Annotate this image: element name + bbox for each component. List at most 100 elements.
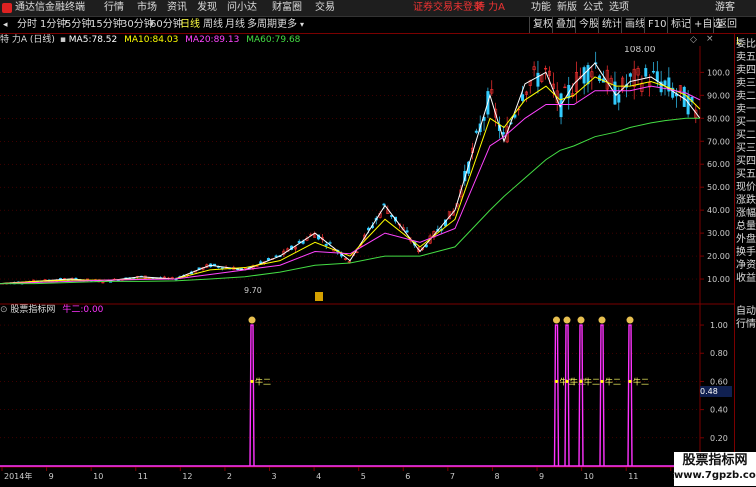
candle-body: [274, 255, 278, 257]
date-tick-label: 10: [584, 472, 594, 481]
signal-spike: [578, 324, 584, 467]
period-weekly[interactable]: 周线: [203, 17, 223, 33]
ma5-value: 78.52: [91, 35, 118, 45]
date-tick-label: 11: [628, 472, 638, 481]
sidebar-auto-button[interactable]: 自动: [736, 305, 756, 318]
sidebar-item-outer-vol: 外盘: [736, 234, 756, 245]
candle-body: [655, 71, 659, 82]
period-daily[interactable]: 日线: [180, 17, 200, 33]
quote-sidebar: L 委比 卖五 卖四 卖三 卖二 卖一 买一 买二 买三 买四 买五 现价 涨跌…: [734, 34, 756, 486]
btn-stats[interactable]: 统计: [598, 17, 622, 33]
period-more[interactable]: 更多: [277, 17, 297, 33]
sidebar-item-change-pct: 涨幅: [736, 208, 756, 219]
sidebar-item-bid3: 买三: [736, 143, 756, 154]
period-intraday[interactable]: 分时: [17, 17, 37, 33]
menu-item-trade[interactable]: 交易: [315, 0, 335, 16]
date-tick-label: 12: [182, 472, 192, 481]
menu-options[interactable]: 选项: [609, 0, 629, 16]
candle-body: [617, 94, 621, 103]
indicator-label: 牛二:: [62, 305, 84, 315]
candle-body: [628, 73, 632, 77]
candle-body: [586, 65, 590, 85]
app-title: 通达信金融终端: [15, 2, 85, 13]
date-tick-label: 6: [405, 472, 410, 481]
btn-f10[interactable]: F10: [644, 17, 666, 33]
candlesticks: [1, 51, 698, 285]
candle-body: [501, 132, 505, 135]
menu-item-ask[interactable]: 问小达: [227, 0, 257, 16]
period-15min[interactable]: 15分钟: [90, 17, 123, 33]
period-multi[interactable]: 多周期: [247, 17, 277, 33]
chart-settings-icon[interactable]: ◇: [690, 35, 697, 45]
ma60-line: [0, 117, 700, 285]
date-tick-label: 9: [49, 472, 54, 481]
signal-dot: [600, 379, 604, 384]
date-tick-label: 8: [494, 472, 499, 481]
signal-marker-icon: [626, 316, 634, 324]
ma-info-icon[interactable]: ▪: [60, 35, 66, 45]
candle-body: [644, 68, 648, 77]
menu-guest[interactable]: 游客: [715, 0, 735, 16]
btn-back[interactable]: 返回: [713, 17, 737, 33]
btn-draw[interactable]: 画线: [621, 17, 645, 33]
btn-overlay[interactable]: 叠加: [552, 17, 576, 33]
price-axis: 100.0 90.00 80.00 70.00 60.00 50.00 40.00 30.00…: [700, 68, 730, 284]
event-marker-icon: [315, 292, 323, 301]
date-tick-label: 5: [361, 472, 366, 481]
price-tick-label: 10.00: [707, 275, 730, 284]
sidebar-item-net-assets: 净资: [736, 260, 756, 271]
indicator-current-value: 0.48: [700, 386, 732, 397]
sidebar-item-turnover: 换手: [736, 247, 756, 258]
date-tick-label: 10: [93, 472, 103, 481]
sidebar-item-ask1: 卖一: [736, 104, 756, 115]
price-tick-label: 20.00: [707, 252, 730, 261]
ma10-line: [0, 76, 701, 285]
date-tick-label: 2: [227, 472, 232, 481]
period-1min[interactable]: 1分钟: [40, 17, 66, 33]
kline-chart[interactable]: 100.090.0080.0070.0060.0050.0040.0030.00…: [0, 46, 734, 487]
menu-new-version[interactable]: 新版: [557, 0, 577, 16]
ma60-label: MA60:: [246, 35, 275, 45]
price-tick-label: 40.00: [707, 206, 730, 215]
ma60-value: 79.68: [274, 35, 301, 45]
menu-item-wealth[interactable]: 财富圈: [272, 0, 302, 16]
date-tick-label: 2014年: [4, 471, 32, 481]
signal-spike: [249, 324, 255, 467]
period-30min[interactable]: 30分钟: [121, 17, 154, 33]
price-tick-label: 100.0: [707, 68, 730, 77]
period-5min[interactable]: 5分钟: [65, 17, 91, 33]
indicator-menu-icon[interactable]: ⊙: [0, 305, 8, 315]
signal-label: 牛二: [584, 376, 600, 386]
ma20-label: MA20:: [185, 35, 214, 45]
signal-dot: [628, 379, 632, 384]
menu-item-market[interactable]: 市场: [137, 0, 157, 16]
more-chevron-icon[interactable]: ▾: [300, 17, 304, 33]
btn-today-stock[interactable]: 今股: [575, 17, 599, 33]
period-monthly[interactable]: 月线: [225, 17, 245, 33]
candle-body: [682, 86, 686, 107]
indicator-pane: 1.000.800.600.400.20牛二牛二牛二牛二牛二牛二: [0, 316, 728, 467]
btn-mark[interactable]: 标记: [667, 17, 691, 33]
menu-item-discover[interactable]: 发现: [197, 0, 217, 16]
sidebar-item-ask3: 卖三: [736, 78, 756, 89]
menu-formula[interactable]: 公式: [583, 0, 603, 16]
sidebar-item-bid2: 买二: [736, 130, 756, 141]
toolbar-collapse-icon[interactable]: ◂: [3, 17, 8, 33]
chart-close-icon[interactable]: ×: [706, 34, 714, 44]
menu-item-market-quotes[interactable]: 行情: [104, 0, 124, 16]
ma5-label: MA5:: [68, 35, 92, 45]
trade-login-alert[interactable]: 证券交易未登录: [413, 0, 483, 16]
candle-body: [521, 94, 525, 101]
btn-adjust-rights[interactable]: 复权: [529, 17, 553, 33]
period-60min[interactable]: 60分钟: [150, 17, 183, 33]
menu-bar: 通达信金融终端 行情 市场 资讯 发现 问小达 财富圈 交易 证券交易未登录 特…: [0, 0, 756, 17]
indicator-tick-label: 0.80: [710, 349, 728, 358]
menu-item-news[interactable]: 资讯: [167, 0, 187, 16]
sidebar-quote-button[interactable]: 行情: [736, 318, 756, 331]
signal-label: 牛二: [633, 376, 649, 386]
main-chart-header: 特 力A (日线) ▪ MA5:78.52 MA10:84.03 MA20:89…: [0, 34, 300, 46]
sidebar-item-ask5: 卖五: [736, 52, 756, 63]
signal-spike: [553, 324, 560, 467]
menu-function[interactable]: 功能: [531, 0, 551, 16]
price-tick-label: 60.00: [707, 160, 730, 169]
